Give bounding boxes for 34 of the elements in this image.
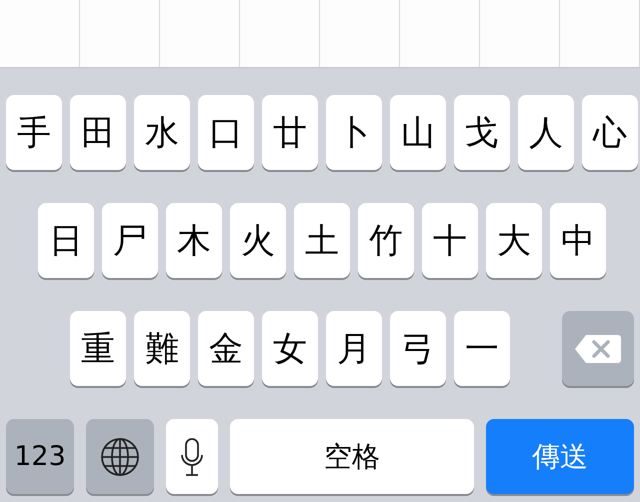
key[interactable]: 尸 bbox=[102, 203, 158, 278]
key[interactable]: 金 bbox=[198, 311, 254, 386]
key[interactable]: 女 bbox=[262, 311, 318, 386]
key[interactable]: 口 bbox=[198, 95, 254, 170]
key[interactable]: 卜 bbox=[326, 95, 382, 170]
key[interactable]: 廿 bbox=[262, 95, 318, 170]
key[interactable]: 難 bbox=[134, 311, 190, 386]
key[interactable]: 十 bbox=[422, 203, 478, 278]
key[interactable]: 木 bbox=[166, 203, 222, 278]
key[interactable]: 心 bbox=[582, 95, 638, 170]
key[interactable]: 大 bbox=[486, 203, 542, 278]
globe-icon bbox=[100, 436, 140, 476]
key[interactable]: 火 bbox=[230, 203, 286, 278]
space-key[interactable]: 空格 bbox=[230, 419, 474, 494]
numbers-key[interactable]: 123 bbox=[6, 419, 74, 494]
backspace-icon bbox=[574, 334, 622, 364]
key[interactable]: 山 bbox=[390, 95, 446, 170]
globe-key[interactable] bbox=[86, 419, 154, 494]
key[interactable]: 人 bbox=[518, 95, 574, 170]
key[interactable]: 土 bbox=[294, 203, 350, 278]
key[interactable]: 一 bbox=[454, 311, 510, 386]
key[interactable]: 重 bbox=[70, 311, 126, 386]
key[interactable]: 水 bbox=[134, 95, 190, 170]
key[interactable]: 日 bbox=[38, 203, 94, 278]
key[interactable]: 中 bbox=[550, 203, 606, 278]
key[interactable]: 田 bbox=[70, 95, 126, 170]
send-key[interactable]: 傳送 bbox=[486, 419, 634, 494]
key[interactable]: 戈 bbox=[454, 95, 510, 170]
key[interactable]: 弓 bbox=[390, 311, 446, 386]
key[interactable]: 竹 bbox=[358, 203, 414, 278]
key[interactable]: 手 bbox=[6, 95, 62, 170]
key[interactable]: 月 bbox=[326, 311, 382, 386]
microphone-icon bbox=[180, 436, 204, 476]
dictation-key[interactable] bbox=[166, 419, 218, 494]
